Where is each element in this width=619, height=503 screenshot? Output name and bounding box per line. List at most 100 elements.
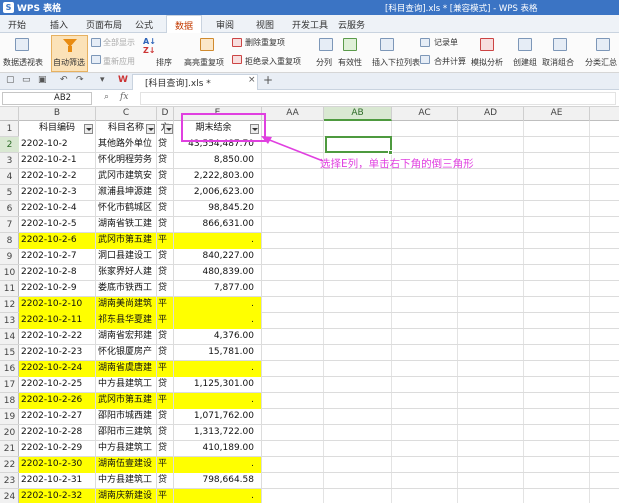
cell-account-code[interactable]: 2202-10-2-23 [19, 345, 96, 361]
cell-account-name[interactable]: 祁东县华夏建 [96, 313, 157, 329]
column-header-ab[interactable]: AB [324, 107, 392, 121]
name-box[interactable]: AB2 [2, 92, 92, 105]
cell-account-code[interactable]: 2202-10-2-22 [19, 329, 96, 345]
cell-ending-balance[interactable]: 7,877.00 [174, 281, 262, 297]
select-all-corner[interactable] [0, 107, 19, 121]
cell-ending-balance[interactable]: 15,781.00 [174, 345, 262, 361]
cell-direction[interactable]: 贷 [157, 137, 174, 153]
cell-direction[interactable]: 贷 [157, 377, 174, 393]
menu-data[interactable]: 数据 [166, 15, 203, 33]
reapply-button[interactable]: 重新应用 [103, 56, 135, 67]
cell-account-name[interactable]: 中方县建筑工 [96, 377, 157, 393]
cell-account-code[interactable]: 2202-10-2-4 [19, 201, 96, 217]
header-cell-direction[interactable]: 方 [157, 121, 174, 137]
row-header[interactable]: 21 [0, 441, 19, 457]
cell-direction[interactable]: 平 [157, 361, 174, 377]
row-header[interactable]: 6 [0, 201, 19, 217]
cell-direction[interactable]: 平 [157, 393, 174, 409]
cell-direction[interactable]: 贷 [157, 217, 174, 233]
row-header[interactable]: 19 [0, 409, 19, 425]
menu-insert[interactable]: 插入 [50, 18, 68, 31]
cell-account-name[interactable]: 湖南省虞唐建 [96, 361, 157, 377]
cell-account-code[interactable]: 2202-10-2-29 [19, 441, 96, 457]
row-header[interactable]: 20 [0, 425, 19, 441]
row-header[interactable]: 16 [0, 361, 19, 377]
row-header[interactable]: 1 [0, 121, 19, 137]
cell-direction[interactable]: 平 [157, 457, 174, 473]
sort-asc-icon[interactable]: A↓ [143, 37, 156, 46]
split-column-button[interactable]: 分列 [316, 57, 332, 68]
reject-duplicates-button[interactable]: 拒绝录入重复项 [245, 56, 301, 67]
cell-account-code[interactable]: 2202-10-2-27 [19, 409, 96, 425]
row-header[interactable]: 14 [0, 329, 19, 345]
column-header-aa[interactable]: AA [262, 107, 324, 121]
cell-ending-balance[interactable]: 480,839.00 [174, 265, 262, 281]
search-icon[interactable]: ⌕ [104, 92, 109, 102]
remove-duplicates-button[interactable]: 删除重复项 [245, 37, 285, 48]
sort-desc-icon[interactable]: Z↓ [143, 46, 156, 55]
spreadsheet-grid[interactable]: 科目编码 科目名称 方 期末结余 2202-10-2其他路外单位贷43,554,… [19, 121, 619, 503]
ungroup-button[interactable]: 取消组合 [542, 57, 574, 68]
column-header-c[interactable]: C [96, 107, 157, 121]
cell-direction[interactable]: 贷 [157, 169, 174, 185]
cell-ending-balance[interactable]: 2,006,623.00 [174, 185, 262, 201]
row-header[interactable]: 2 [0, 137, 19, 153]
new-tab-icon[interactable]: + [263, 73, 273, 87]
app-logo[interactable]: S WPS 表格 [3, 1, 61, 14]
filter-dropdown-icon[interactable] [146, 124, 155, 134]
column-header-af[interactable] [590, 107, 619, 121]
cell-account-code[interactable]: 2202-10-2-2 [19, 169, 96, 185]
cell-direction[interactable]: 贷 [157, 409, 174, 425]
row-header[interactable]: 10 [0, 265, 19, 281]
what-if-analysis-button[interactable]: 模拟分析 [471, 57, 503, 68]
cell-account-code[interactable]: 2202-10-2 [19, 137, 96, 153]
header-cell-name[interactable]: 科目名称 [96, 121, 157, 137]
cell-ending-balance[interactable]: . [174, 489, 262, 503]
selected-cell-ab2[interactable] [325, 136, 392, 153]
cell-account-code[interactable]: 2202-10-2-7 [19, 249, 96, 265]
cell-direction[interactable]: 贷 [157, 265, 174, 281]
cell-ending-balance[interactable]: 8,850.00 [174, 153, 262, 169]
record-form-button[interactable]: 记录单 [434, 37, 458, 48]
save-icon[interactable]: ▣ [38, 75, 47, 85]
cell-ending-balance[interactable]: . [174, 297, 262, 313]
cell-account-code[interactable]: 2202-10-2-9 [19, 281, 96, 297]
menu-view[interactable]: 视图 [256, 18, 274, 31]
cell-account-code[interactable]: 2202-10-2-32 [19, 489, 96, 503]
row-header[interactable]: 8 [0, 233, 19, 249]
row-header[interactable]: 23 [0, 473, 19, 489]
cell-account-code[interactable]: 2202-10-2-24 [19, 361, 96, 377]
validity-button[interactable]: 有效性 [338, 57, 362, 68]
cell-account-name[interactable]: 邵阳市三建筑 [96, 425, 157, 441]
show-all-button[interactable]: 全部显示 [103, 37, 135, 48]
row-header[interactable]: 5 [0, 185, 19, 201]
cell-account-name[interactable]: 张家界好人建 [96, 265, 157, 281]
cell-account-name[interactable]: 湖南庆新建设 [96, 489, 157, 503]
cell-ending-balance[interactable]: 866,631.00 [174, 217, 262, 233]
cell-account-name[interactable]: 娄底市铁西工 [96, 281, 157, 297]
cell-account-name[interactable]: 湖南伍壹建设 [96, 457, 157, 473]
cell-direction[interactable]: 贷 [157, 425, 174, 441]
cell-ending-balance[interactable]: 4,376.00 [174, 329, 262, 345]
row-header[interactable]: 18 [0, 393, 19, 409]
cell-direction[interactable]: 贷 [157, 249, 174, 265]
cell-account-name[interactable]: 邵阳市城西建 [96, 409, 157, 425]
menu-developer[interactable]: 开发工具 [292, 18, 328, 31]
column-header-ad[interactable]: AD [458, 107, 524, 121]
cell-ending-balance[interactable]: 840,227.00 [174, 249, 262, 265]
cell-account-name[interactable]: 武冈市第五建 [96, 233, 157, 249]
menu-formula[interactable]: 公式 [135, 18, 153, 31]
cell-ending-balance[interactable]: 1,071,762.00 [174, 409, 262, 425]
row-header[interactable]: 13 [0, 313, 19, 329]
cell-account-name[interactable]: 湖南省宏邦建 [96, 329, 157, 345]
row-header[interactable]: 7 [0, 217, 19, 233]
cell-ending-balance[interactable]: . [174, 393, 262, 409]
cell-ending-balance[interactable]: 98,845.20 [174, 201, 262, 217]
cell-account-code[interactable]: 2202-10-2-26 [19, 393, 96, 409]
cell-account-code[interactable]: 2202-10-2-11 [19, 313, 96, 329]
cell-account-name[interactable]: 湖南省铁工建 [96, 217, 157, 233]
cell-ending-balance[interactable]: 1,125,301.00 [174, 377, 262, 393]
cell-ending-balance[interactable]: 798,664.58 [174, 473, 262, 489]
cell-direction[interactable]: 贷 [157, 153, 174, 169]
menu-review[interactable]: 审阅 [216, 18, 234, 31]
